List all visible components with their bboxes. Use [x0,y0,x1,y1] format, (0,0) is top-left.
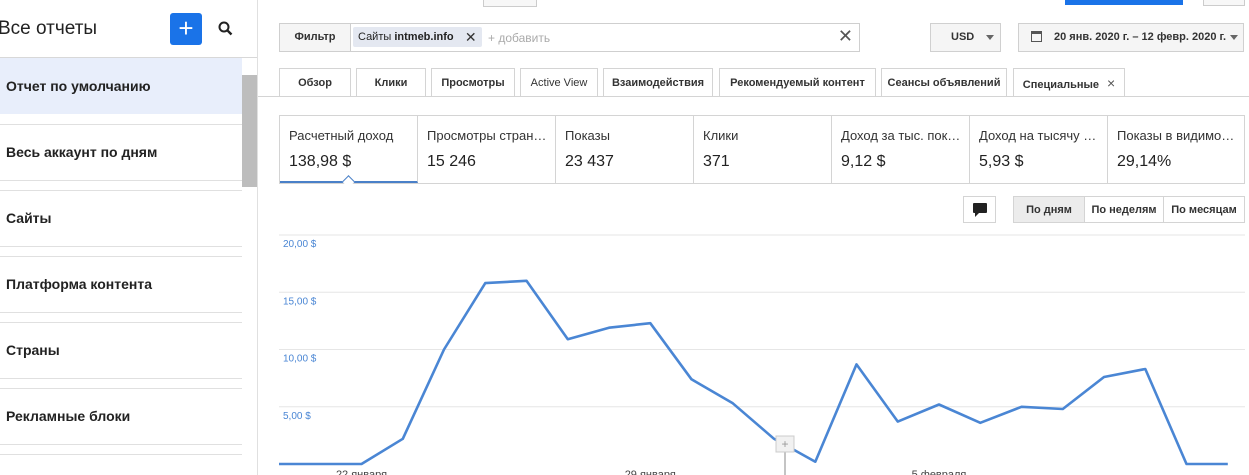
annotation-button[interactable] [963,196,996,223]
metric-label: Показы [565,128,610,143]
sidebar-header: Все отчеты + [0,0,257,58]
divider [0,312,242,313]
clear-filter-icon[interactable]: ✕ [838,26,853,47]
metric-label: Расчетный доход [289,128,394,143]
divider [0,246,242,247]
metric-value: 5,93 $ [979,153,1024,170]
metric-label: Доход на тысячу … [979,128,1097,143]
comment-icon [973,203,987,217]
metric-label: Доход за тыс. пок… [841,128,961,143]
plus-icon: + [178,13,194,43]
tab-interactions[interactable]: Взаимодействия [603,68,713,96]
metric-page-views[interactable]: Просмотры стран… 15 246 [418,116,556,183]
search-icon [218,21,233,36]
tab-recommended-content[interactable]: Рекомендуемый контент [719,68,876,96]
close-icon[interactable]: × [1107,75,1115,91]
report-item-ad-units[interactable]: Рекламные блоки [0,388,242,444]
metric-value: 29,14% [1117,153,1172,170]
date-range-value: 20 янв. 2020 г. – 12 февр. 2020 г. [1054,31,1227,43]
metric-active-view-viewable[interactable]: Показы в видимо… 29,14% [1108,116,1244,183]
currency-select[interactable]: USD [930,23,1001,52]
y-tick-label: 20,00 $ [283,239,317,250]
metric-clicks[interactable]: Клики 371 [694,116,832,183]
report-item-label: Сайты [6,210,52,226]
tab-active-view[interactable]: Active View [520,68,598,96]
divider [0,454,242,455]
add-report-button[interactable]: + [170,13,202,45]
y-tick-label: 15,00 $ [283,296,317,307]
metric-value: 138,98 $ [289,153,352,170]
metric-impressions[interactable]: Показы 23 437 [556,116,694,183]
x-tick-label: 5 февраля [912,469,967,475]
primary-button-fragment[interactable] [1065,0,1183,5]
metric-value: 15 246 [427,153,476,170]
x-tick-label: 29 января [625,469,676,475]
metric-page-rpm[interactable]: Доход за тыс. пок… 9,12 $ [832,116,970,183]
metric-value: 9,12 $ [841,153,886,170]
divider [0,378,242,379]
report-item-label: Весь аккаунт по дням [6,144,158,160]
metric-label: Просмотры стран… [427,128,547,143]
tab-overview[interactable]: Обзор [279,68,351,96]
report-item-sites[interactable]: Сайты [0,190,242,246]
chevron-down-icon [986,35,994,40]
report-item-label: Рекламные блоки [6,408,131,424]
earnings-line-chart: 5,00 $ 10,00 $ 15,00 $ 20,00 $ +22 января 29 … [279,234,1245,475]
search-button[interactable] [214,17,238,41]
metric-value: 371 [703,153,730,170]
report-item-label: Платформа контента [6,276,153,292]
tab-custom-label: Специальные [1022,79,1100,91]
tab-views[interactable]: Просмотры [431,68,515,96]
close-icon[interactable]: ✕ [465,27,477,47]
report-item-account-by-day[interactable]: Весь аккаунт по дням [0,124,242,180]
metric-estimated-earnings[interactable]: Расчетный доход 138,98 $ [280,116,418,188]
calendar-icon [1031,31,1042,42]
filter-chip[interactable]: Сайты intmeb.info ✕ [353,27,482,47]
filter-button[interactable]: Фильтр [280,24,351,51]
divider [0,444,242,445]
metric-label: Показы в видимо… [1117,128,1235,143]
selected-indicator [342,175,355,188]
toolbar-button-fragment[interactable] [483,0,537,7]
tab-clicks[interactable]: Клики [356,68,426,96]
divider [0,180,242,181]
tab-custom[interactable]: Специальные × [1013,68,1125,96]
period-weekly-button[interactable]: По неделям [1084,196,1164,223]
period-daily-button[interactable]: По дням [1013,196,1085,223]
sidebar-scrollbar[interactable] [242,75,257,187]
reports-sidebar: Все отчеты + Отчет по умолчанию Весь акк… [0,0,258,475]
x-tick-label: 22 января [336,469,387,475]
add-filter-input[interactable]: + добавить [488,31,550,45]
date-range-picker[interactable]: 20 янв. 2020 г. – 12 февр. 2020 г. [1018,23,1244,52]
chevron-down-icon [1230,35,1238,40]
report-item-label: Отчет по умолчанию [6,78,151,94]
metric-label: Клики [703,128,739,143]
period-monthly-button[interactable]: По месяцам [1163,196,1245,223]
tab-ad-sessions[interactable]: Сеансы объявлений [881,68,1007,96]
report-item-label: Страны [6,342,60,358]
filter-chip-prefix: Сайты [358,31,392,43]
sidebar-title: Все отчеты [0,18,98,39]
report-item-countries[interactable]: Страны [0,322,242,378]
series-line [279,279,1228,466]
annotation-marker-label: + [781,437,788,451]
currency-value: USD [951,31,975,43]
report-item-default[interactable]: Отчет по умолчанию [0,58,242,114]
metric-impression-rpm[interactable]: Доход на тысячу … 5,93 $ [970,116,1108,183]
y-tick-label: 10,00 $ [283,354,317,365]
metric-value: 23 437 [565,153,614,170]
tabs-divider [258,96,1249,97]
filter-bar: Фильтр Сайты intmeb.info ✕ + добавить ✕ [279,23,860,52]
filter-chip-value: intmeb.info [394,31,454,43]
metrics-row: Расчетный доход 138,98 $ Просмотры стран… [279,115,1245,188]
report-item-content-platform[interactable]: Платформа контента [0,256,242,312]
toolbar-button-fragment-right[interactable] [1203,0,1245,6]
y-tick-label: 5,00 $ [283,411,311,422]
